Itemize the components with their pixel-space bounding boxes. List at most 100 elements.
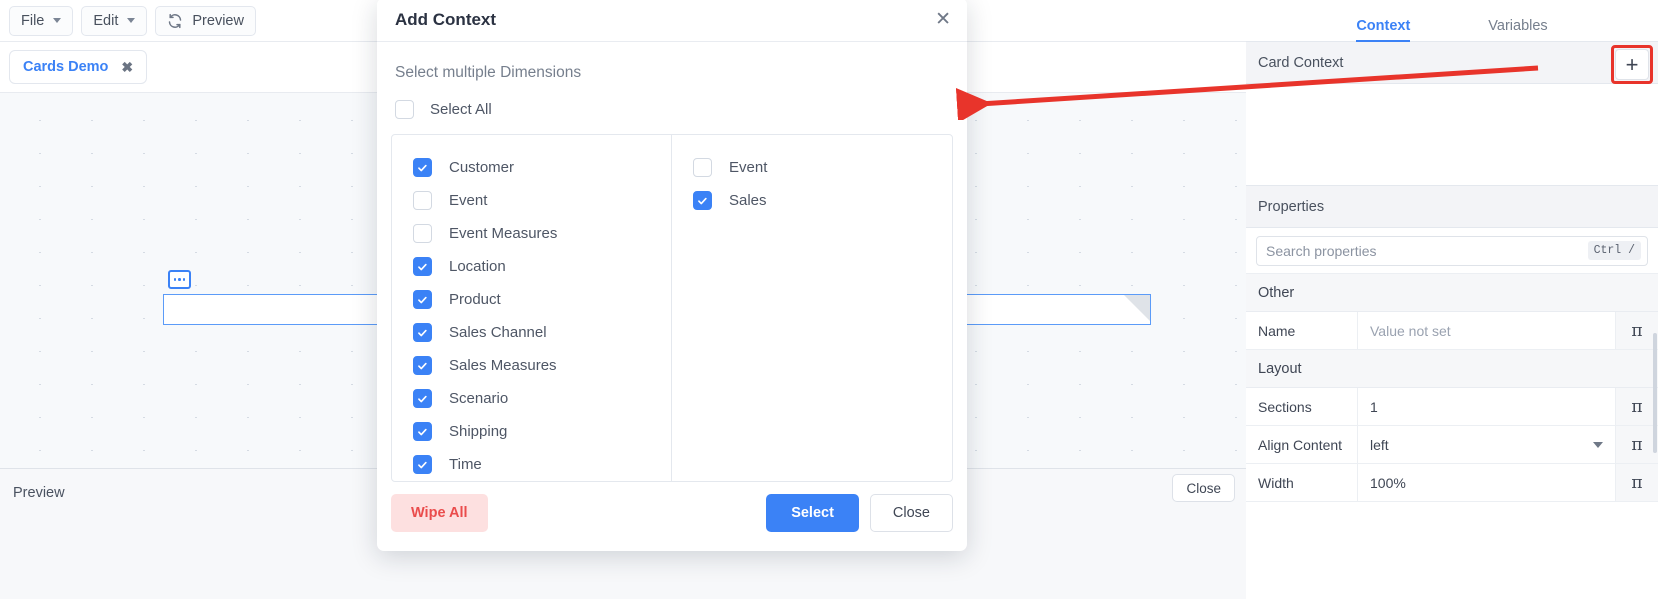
preview-panel-label: Preview: [13, 485, 65, 501]
dimension-checkbox[interactable]: [413, 356, 432, 375]
dimension-label: Event Measures: [449, 225, 557, 242]
dimension-checkbox[interactable]: [693, 158, 712, 177]
properties-header: Properties: [1246, 186, 1658, 228]
wipe-all-button[interactable]: Wipe All: [391, 494, 488, 532]
dimension-label: Sales: [729, 192, 767, 209]
dimension-checkbox[interactable]: [413, 257, 432, 276]
close-icon[interactable]: ✖: [121, 60, 133, 74]
dimension-item-left[interactable]: Scenario: [413, 382, 671, 415]
property-row-width[interactable]: Width 100% π: [1246, 464, 1658, 502]
card-context-header: Card Context: [1246, 42, 1658, 84]
resize-handle-icon[interactable]: [1124, 295, 1150, 321]
dimension-item-right[interactable]: Sales: [693, 184, 952, 217]
dimension-item-right[interactable]: Event: [693, 151, 952, 184]
add-context-button[interactable]: +: [1615, 49, 1649, 80]
select-all-checkbox[interactable]: [395, 100, 414, 119]
dimension-label: Event: [449, 192, 487, 209]
tab-context[interactable]: Context: [1356, 18, 1410, 41]
property-key: Align Content: [1246, 426, 1358, 463]
dimension-label: Customer: [449, 159, 514, 176]
dialog-header: Add Context ✕: [377, 0, 967, 42]
dialog-title: Add Context: [395, 10, 496, 30]
dimension-checkbox[interactable]: [693, 191, 712, 210]
app-root: File Edit Preview Cards Demo ✖: [0, 0, 1658, 599]
preview-close-button[interactable]: Close: [1172, 474, 1235, 502]
menu-preview[interactable]: Preview: [155, 6, 256, 36]
property-value[interactable]: 100%: [1358, 464, 1616, 501]
handle-dot: [178, 278, 181, 281]
dimension-checkbox[interactable]: [413, 422, 432, 441]
dimension-label: Shipping: [449, 423, 507, 440]
refresh-icon: [167, 13, 183, 29]
property-group-layout: Layout: [1246, 350, 1658, 388]
dimension-label: Product: [449, 291, 501, 308]
handle-dot: [174, 278, 177, 281]
right-sidebar: Context Variables Card Context + Propert…: [1246, 0, 1658, 599]
dimension-checkbox[interactable]: [413, 158, 432, 177]
card-drag-handle[interactable]: [168, 270, 191, 289]
dimension-label: Location: [449, 258, 506, 275]
formula-icon[interactable]: π: [1616, 464, 1658, 501]
chevron-down-icon: [1593, 442, 1603, 448]
document-tab-cards-demo[interactable]: Cards Demo ✖: [9, 50, 147, 84]
select-button[interactable]: Select: [766, 494, 859, 532]
dimension-checkbox[interactable]: [413, 290, 432, 309]
property-value[interactable]: Value not set: [1358, 312, 1616, 349]
dimension-list-right: Event Sales: [672, 135, 952, 481]
menu-preview-label: Preview: [192, 13, 244, 29]
dimension-item-left[interactable]: Product: [413, 283, 671, 316]
dimension-label: Scenario: [449, 390, 508, 407]
menu-file-label: File: [21, 13, 44, 29]
formula-icon[interactable]: π: [1616, 312, 1658, 349]
select-all-row[interactable]: Select All: [377, 82, 967, 119]
dimension-item-left[interactable]: Shipping: [413, 415, 671, 448]
dimension-checkbox[interactable]: [413, 389, 432, 408]
property-key: Name: [1246, 312, 1358, 349]
select-all-label: Select All: [430, 101, 492, 118]
dimension-item-left[interactable]: Customer: [413, 151, 671, 184]
dimension-item-left[interactable]: Event Measures: [413, 217, 671, 250]
dimension-checkbox[interactable]: [413, 323, 432, 342]
dimension-dual-list: Customer Event Event Measures Location Produ…: [391, 134, 953, 482]
dimension-item-left[interactable]: Time: [413, 448, 671, 481]
property-row-sections[interactable]: Sections 1 π: [1246, 388, 1658, 426]
dialog-footer: Wipe All Select Close: [377, 482, 967, 544]
dimension-item-left[interactable]: Sales Measures: [413, 349, 671, 382]
menu-file[interactable]: File: [9, 6, 73, 36]
dimension-label: Sales Channel: [449, 324, 547, 341]
property-row-name[interactable]: Name Value not set π: [1246, 312, 1658, 350]
property-value-select[interactable]: left: [1358, 426, 1616, 463]
add-context-dialog: Add Context ✕ Select multiple Dimensions…: [377, 0, 967, 551]
search-placeholder: Search properties: [1266, 243, 1588, 259]
dimension-label: Time: [449, 456, 482, 473]
dimension-label: Event: [729, 159, 767, 176]
formula-icon[interactable]: π: [1616, 426, 1658, 463]
search-properties-input[interactable]: Search properties Ctrl /: [1256, 236, 1648, 266]
chevron-down-icon: [127, 18, 135, 23]
property-row-align-content[interactable]: Align Content left π: [1246, 426, 1658, 464]
close-icon[interactable]: ✕: [935, 10, 951, 29]
dimension-checkbox[interactable]: [413, 224, 432, 243]
chevron-down-icon: [53, 18, 61, 23]
tab-variables[interactable]: Variables: [1488, 18, 1547, 41]
property-key: Sections: [1246, 388, 1358, 425]
dialog-subtitle: Select multiple Dimensions: [377, 42, 967, 82]
formula-icon[interactable]: π: [1616, 388, 1658, 425]
dimension-item-left[interactable]: Event: [413, 184, 671, 217]
dialog-close-button[interactable]: Close: [870, 494, 953, 532]
card-context-title: Card Context: [1258, 55, 1343, 71]
dimension-item-left[interactable]: Location: [413, 250, 671, 283]
property-value[interactable]: 1: [1358, 388, 1616, 425]
properties-title: Properties: [1258, 199, 1324, 215]
dimension-checkbox[interactable]: [413, 455, 432, 474]
dimension-label: Sales Measures: [449, 357, 557, 374]
property-group-other: Other: [1246, 274, 1658, 312]
property-key: Width: [1246, 464, 1358, 501]
property-value: left: [1370, 437, 1389, 453]
properties-scrollbar[interactable]: [1653, 333, 1657, 453]
dimension-item-left[interactable]: Sales Channel: [413, 316, 671, 349]
search-shortcut-badge: Ctrl /: [1588, 241, 1641, 260]
menu-edit[interactable]: Edit: [81, 6, 147, 36]
dimension-list-left: Customer Event Event Measures Location Produ…: [392, 135, 672, 481]
dimension-checkbox[interactable]: [413, 191, 432, 210]
